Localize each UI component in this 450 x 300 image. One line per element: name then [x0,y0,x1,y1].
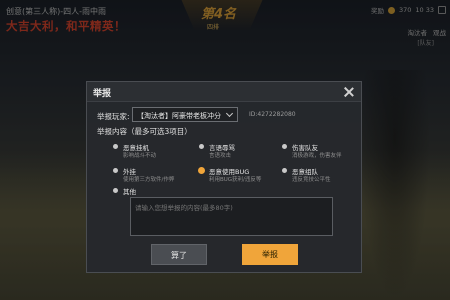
cancel-button[interactable]: 算了 [151,244,207,265]
report-details-input[interactable] [130,197,333,236]
radio-icon [113,168,118,173]
option-desc: 违反竞技公平性 [292,177,331,183]
chevron-down-icon [225,109,234,118]
player-label: 举报玩家: [97,112,130,121]
report-dialog: 举报 举报玩家: 【淘汰者】阿豪带老板冲分 ID:4272282080 举报内容… [86,81,362,273]
report-content-label: 举报内容（最多可选3项目） [97,127,192,136]
player-id: ID:4272282080 [249,111,296,118]
radio-icon [282,144,287,149]
player-dropdown[interactable]: 【淘汰者】阿豪带老板冲分 [132,107,238,122]
option-title: 其他 [123,188,136,196]
option-desc: 影响战斗不动 [123,153,157,159]
close-icon[interactable] [342,85,356,99]
radio-icon [113,188,118,193]
radio-icon [282,168,287,173]
option-desc: 利用BUG获利/违反等 [209,177,262,183]
option-desc: 消极游戏，伤害友伴 [292,153,342,159]
radio-icon [113,144,118,149]
radio-selected-icon [199,168,204,173]
dialog-title: 举报 [93,89,112,99]
radio-icon [199,144,204,149]
option-desc: 言语攻击 [209,153,232,159]
option-desc: 使用第三方软件/作弊 [123,177,175,183]
submit-report-button[interactable]: 举报 [242,244,298,265]
dialog-header: 举报 [87,82,361,102]
player-dropdown-value: 【淘汰者】阿豪带老板冲分 [137,112,221,120]
